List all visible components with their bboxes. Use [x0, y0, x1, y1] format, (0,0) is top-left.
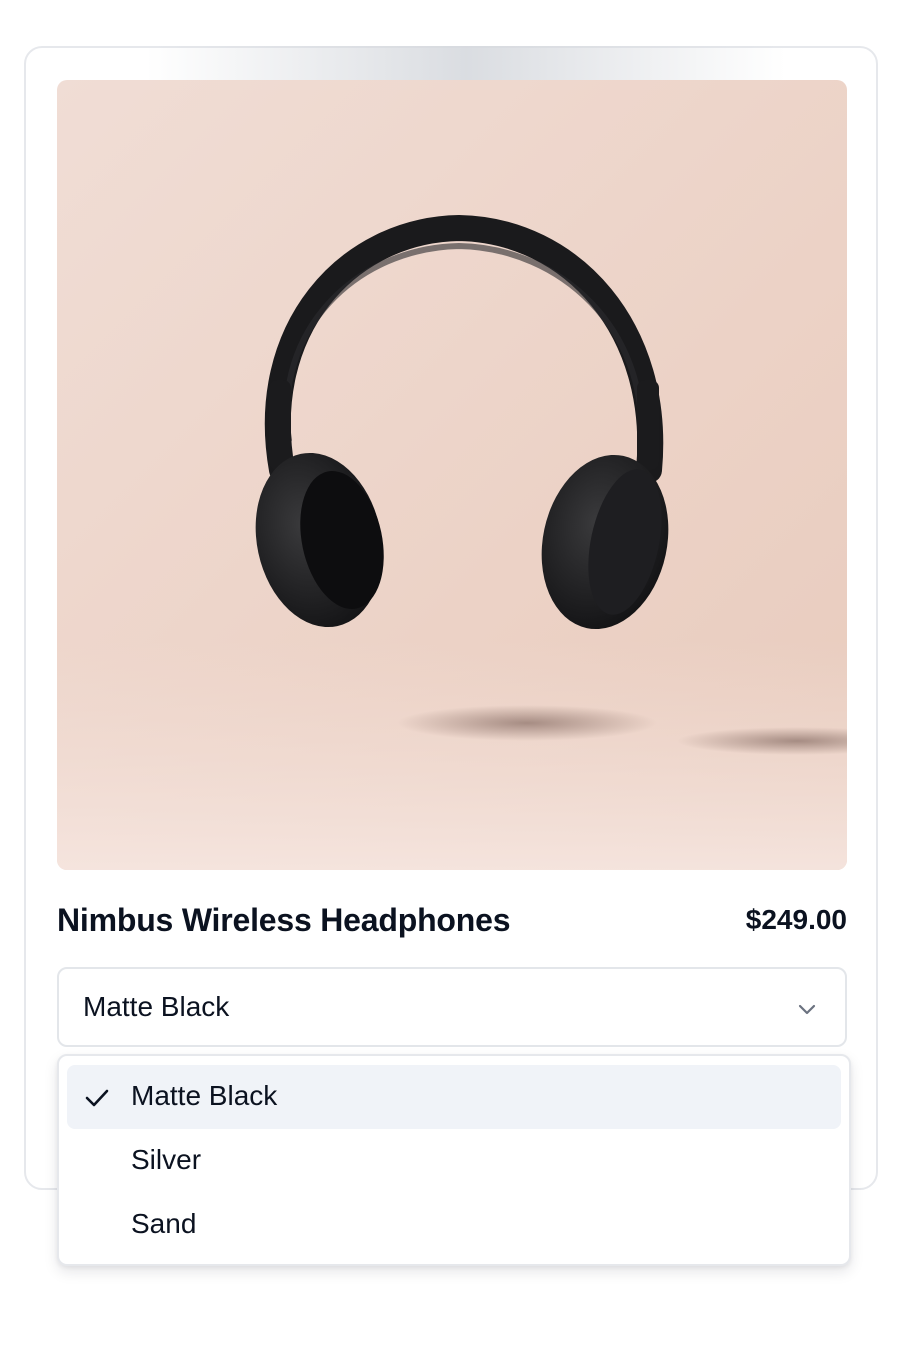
product-title: Nimbus Wireless Headphones [57, 902, 511, 938]
card-top-highlight [146, 46, 786, 82]
color-select-value: Matte Black [83, 991, 230, 1022]
option-matte-black[interactable]: Matte Black [67, 1065, 841, 1129]
headphone-shadow [397, 705, 657, 741]
option-silver[interactable]: Silver [67, 1129, 841, 1193]
option-label: Silver [131, 1144, 202, 1175]
color-options-listbox: Matte Black Silver Sand [57, 1054, 851, 1266]
color-select[interactable]: Matte Black [57, 967, 847, 1047]
product-price: $249.00 [745, 904, 847, 935]
chevron-down-icon [798, 1004, 816, 1015]
product-image [57, 80, 847, 870]
option-sand[interactable]: Sand [67, 1193, 841, 1257]
check-icon [85, 1089, 109, 1107]
option-label: Matte Black [131, 1080, 278, 1111]
option-label: Sand [131, 1208, 197, 1239]
